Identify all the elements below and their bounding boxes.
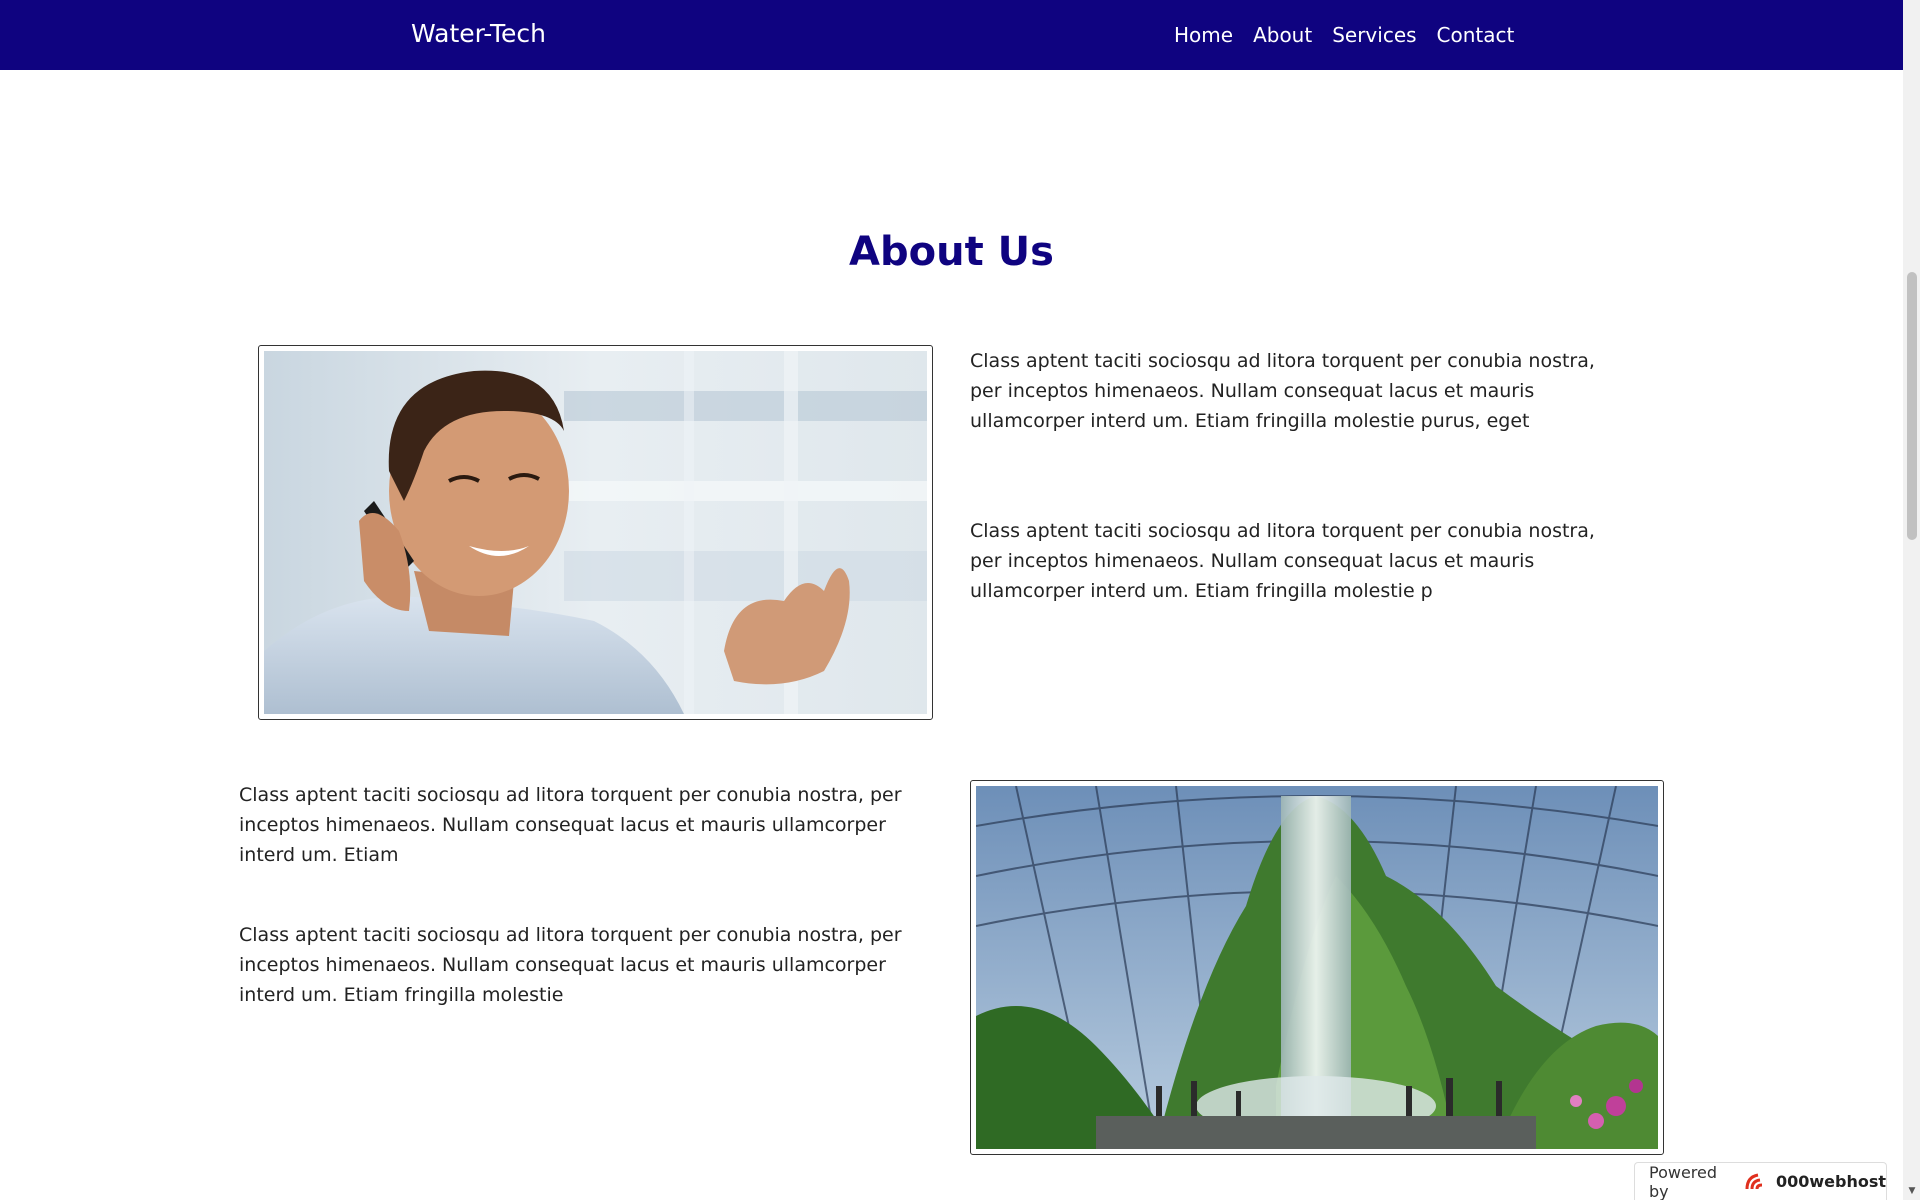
powered-by-badge[interactable]: Powered by 000webhost	[1634, 1162, 1887, 1200]
photo-man-on-phone	[264, 351, 927, 714]
nav-links: Home About Services Contact	[1174, 22, 1514, 48]
webhost-name: 000webhost	[1775, 1172, 1886, 1191]
photo-indoor-waterfall	[976, 786, 1658, 1149]
about-paragraph: Class aptent taciti sociosqu ad litora t…	[239, 924, 902, 1006]
scroll-down-icon[interactable]: ▼	[1907, 1186, 1917, 1196]
about-paragraph: Class aptent taciti sociosqu ad litora t…	[970, 350, 1595, 432]
about-image-indoor-waterfall	[970, 780, 1664, 1155]
navbar: Water-Tech Home About Services Contact	[0, 0, 1903, 70]
nav-link-services[interactable]: Services	[1332, 22, 1416, 48]
webhost-logo-icon	[1744, 1171, 1770, 1193]
about-paragraph: Class aptent taciti sociosqu ad litora t…	[239, 784, 902, 866]
nav-link-about[interactable]: About	[1253, 22, 1312, 48]
page-title: About Us	[849, 229, 1054, 275]
powered-by-label: Powered by	[1649, 1162, 1718, 1200]
scrollbar-thumb[interactable]	[1907, 272, 1917, 540]
nav-link-home[interactable]: Home	[1174, 22, 1233, 48]
about-image-man-on-phone	[258, 345, 933, 720]
page-scrollbar[interactable]: ▼	[1903, 0, 1920, 1200]
nav-link-contact[interactable]: Contact	[1437, 22, 1515, 48]
brand-logo[interactable]: Water-Tech	[411, 18, 546, 50]
about-paragraph: Class aptent taciti sociosqu ad litora t…	[970, 520, 1595, 602]
